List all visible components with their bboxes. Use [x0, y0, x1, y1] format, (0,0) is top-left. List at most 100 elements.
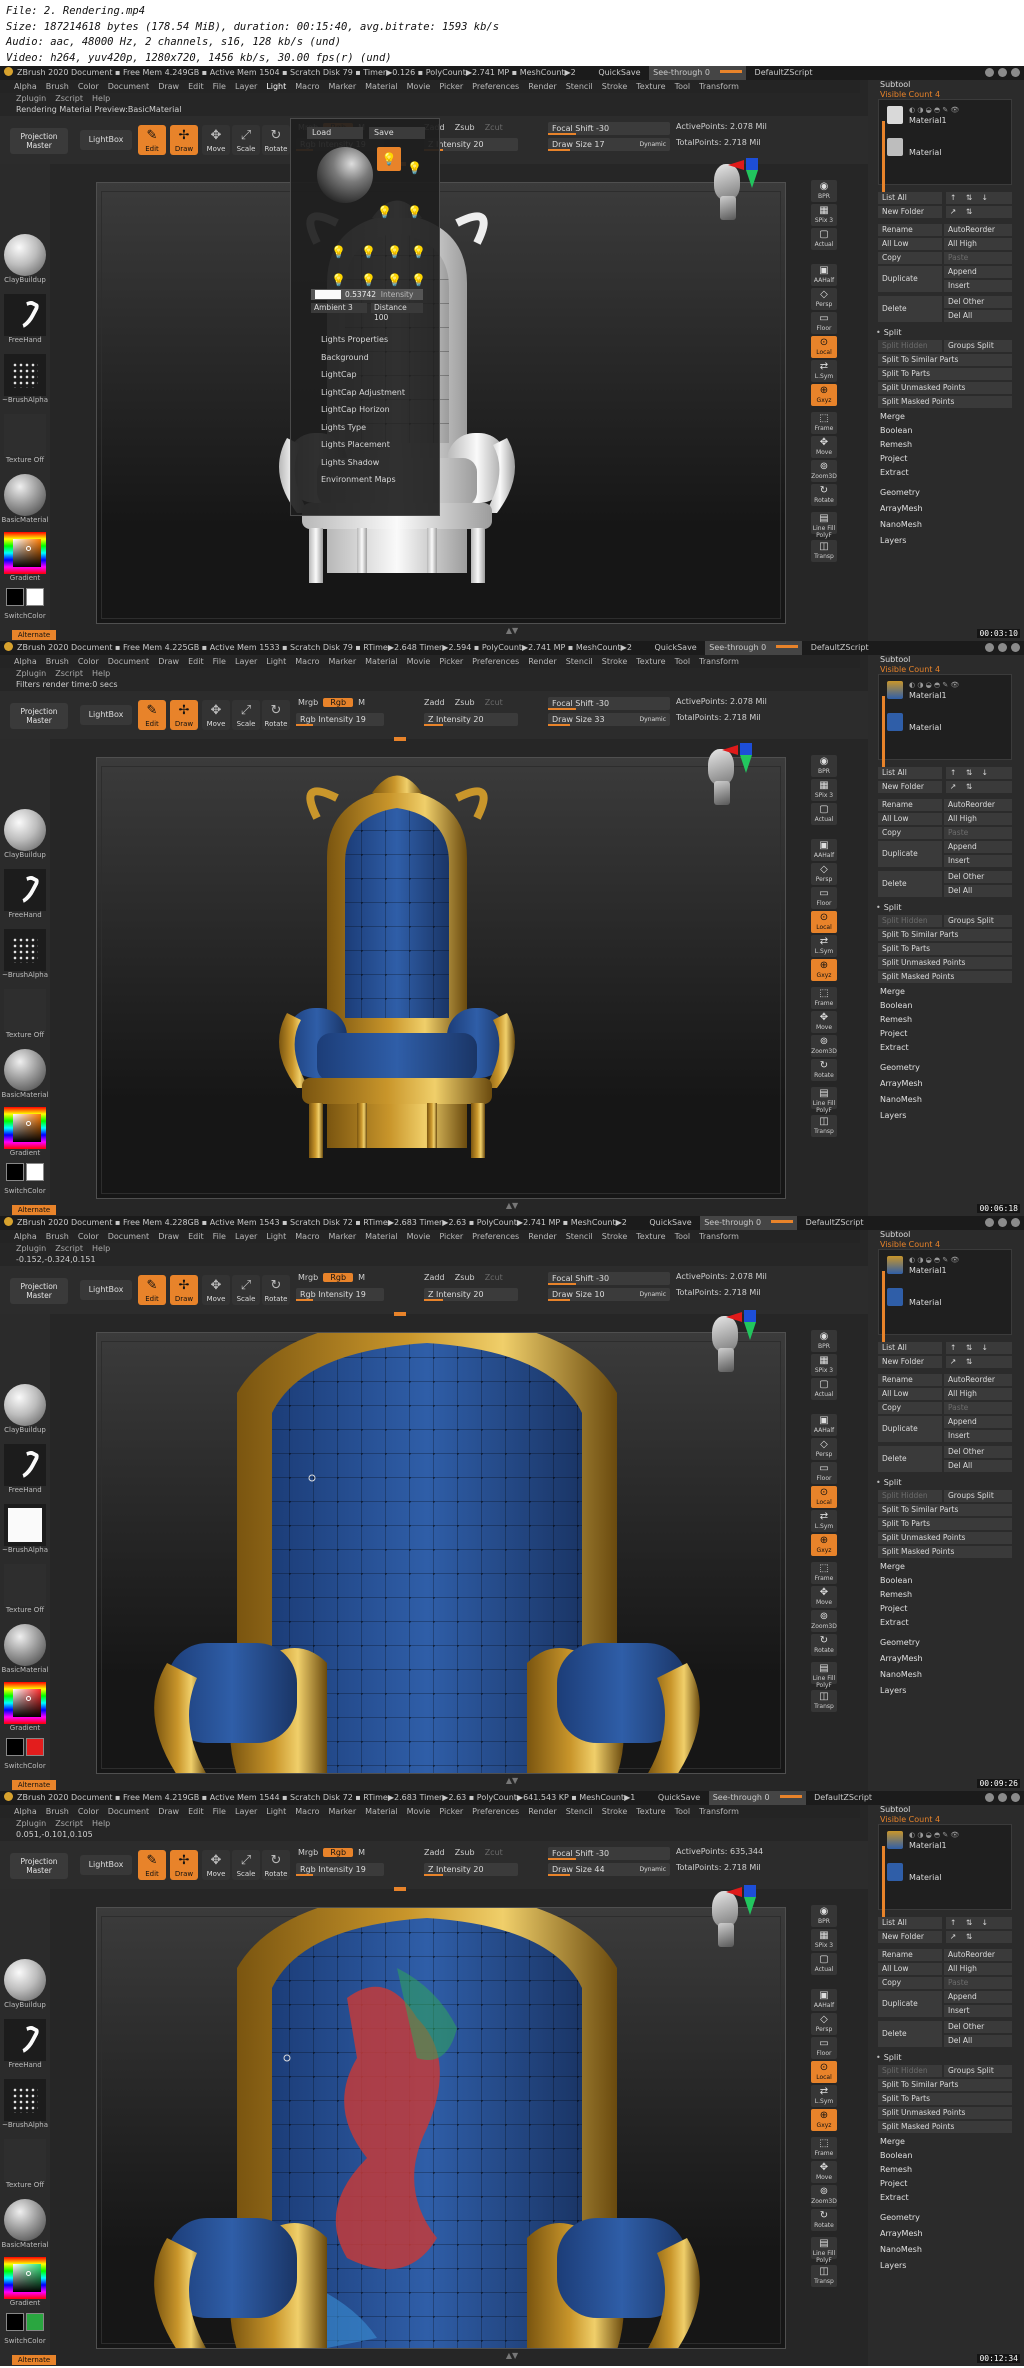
material-slot[interactable]: BasicMaterial	[0, 474, 50, 524]
m-button[interactable]: M	[358, 1848, 365, 1857]
all-high-button[interactable]: All High	[944, 1963, 1012, 1975]
arraymesh-section[interactable]: ArrayMesh	[880, 1079, 923, 1088]
subtool-visibility-icons[interactable]: ◐ ◑ ◒ ◓ ✎ 👁	[909, 1831, 959, 1839]
rtool-l-sym[interactable]: ⇄ L.Sym	[811, 1510, 837, 1532]
see-through-slider[interactable]: See-through 0	[705, 641, 803, 655]
menu-stroke[interactable]: Stroke	[602, 1807, 628, 1816]
arrow-buttons[interactable]: ↑ ⇅ ↓	[946, 767, 1012, 779]
lightbox-button[interactable]: LightBox	[80, 130, 132, 150]
nanomesh-section[interactable]: NanoMesh	[880, 2245, 922, 2254]
split-unmasked-button[interactable]: Split Unmasked Points	[878, 1532, 1012, 1544]
list-all-button[interactable]: List All	[878, 1917, 942, 1929]
copy-button[interactable]: Copy	[878, 252, 942, 264]
menu-picker[interactable]: Picker	[439, 82, 463, 91]
menu-macro[interactable]: Macro	[295, 82, 319, 91]
split-hidden-button[interactable]: Split Hidden	[878, 1490, 942, 1502]
insert-button[interactable]: Insert	[944, 2005, 1012, 2017]
menu-layer[interactable]: Layer	[235, 1807, 257, 1816]
rtool-zoom3d[interactable]: ⊚ Zoom3D	[811, 1610, 837, 1632]
light-menu-item[interactable]: Lights Placement	[321, 440, 390, 449]
menu-material[interactable]: Material	[365, 1807, 398, 1816]
quicksave-button[interactable]: QuickSave	[649, 1218, 691, 1227]
layers-section[interactable]: Layers	[880, 2261, 906, 2270]
menu-transform[interactable]: Transform	[699, 1807, 739, 1816]
texture-slot[interactable]: Texture Off	[0, 1564, 50, 1614]
split-parts-button[interactable]: Split To Parts	[878, 1518, 1012, 1530]
layers-section[interactable]: Layers	[880, 1111, 906, 1120]
paste-button[interactable]: Paste	[944, 827, 1012, 839]
menu-brush[interactable]: Brush	[46, 82, 69, 91]
menu-document[interactable]: Document	[108, 1807, 149, 1816]
color-picker[interactable]: Gradient	[0, 1682, 50, 1732]
close-icon[interactable]	[1011, 1793, 1020, 1802]
rtool-persp[interactable]: ◇ Persp	[811, 863, 837, 885]
remesh-section[interactable]: Remesh	[880, 2165, 912, 2174]
menu-file[interactable]: File	[213, 82, 226, 91]
color-picker[interactable]: Gradient	[0, 2257, 50, 2307]
rgb-button[interactable]: Rgb	[323, 1273, 354, 1282]
split-section[interactable]: Split	[876, 328, 902, 337]
light-menu-item[interactable]: Lights Properties	[321, 335, 388, 344]
boolean-section[interactable]: Boolean	[880, 1576, 912, 1585]
color-picker[interactable]: Gradient	[0, 532, 50, 582]
rtool-zoom3d[interactable]: ⊚ Zoom3D	[811, 460, 837, 482]
menu-tool[interactable]: Tool	[675, 1232, 691, 1241]
menu-edit[interactable]: Edit	[188, 1807, 204, 1816]
menu-draw[interactable]: Draw	[158, 1232, 179, 1241]
scale-button[interactable]: ⤢ Scale	[232, 1850, 260, 1880]
rtool-transp[interactable]: ◫ Transp	[811, 2265, 837, 2287]
rename-button[interactable]: Rename	[878, 224, 942, 236]
zsub-button[interactable]: Zsub	[455, 123, 475, 132]
rename-button[interactable]: Rename	[878, 799, 942, 811]
insert-button[interactable]: Insert	[944, 855, 1012, 867]
menu-render[interactable]: Render	[528, 657, 556, 666]
rtool-aahalf[interactable]: ▣ AAHalf	[811, 1989, 837, 2011]
delete-button[interactable]: Delete	[878, 2021, 942, 2047]
see-through-slider[interactable]: See-through 0	[700, 1216, 798, 1230]
all-low-button[interactable]: All Low	[878, 1963, 942, 1975]
menu-texture[interactable]: Texture	[636, 1232, 665, 1241]
lightbox-button[interactable]: LightBox	[80, 1855, 132, 1875]
menu-alpha[interactable]: Alpha	[14, 1807, 37, 1816]
subtool-title[interactable]: Subtool	[880, 80, 910, 89]
subtool-item[interactable]: Material	[887, 138, 1013, 158]
append-button[interactable]: Append	[944, 841, 1012, 853]
folder-arrow-buttons[interactable]: ↗ ⇅	[946, 1931, 1012, 1943]
rtool-frame[interactable]: ⬚ Frame	[811, 987, 837, 1009]
menu-draw[interactable]: Draw	[158, 1807, 179, 1816]
focal-shift-slider[interactable]: Focal Shift -30	[548, 1847, 670, 1860]
menu-stencil[interactable]: Stencil	[566, 1807, 593, 1816]
extract-section[interactable]: Extract	[880, 468, 909, 477]
move-button[interactable]: ✥ Move	[202, 125, 230, 155]
stroke-slot[interactable]: FreeHand	[0, 2019, 50, 2069]
stroke-slot[interactable]: FreeHand	[0, 1444, 50, 1494]
auto-reorder-button[interactable]: AutoReorder	[944, 1949, 1012, 1961]
rotate-button[interactable]: ↻ Rotate	[262, 1275, 290, 1305]
zadd-button[interactable]: Zadd	[424, 1273, 445, 1282]
all-low-button[interactable]: All Low	[878, 1388, 942, 1400]
light-menu-item[interactable]: LightCap	[321, 370, 357, 379]
split-section[interactable]: Split	[876, 903, 902, 912]
light-bulb-icon[interactable]: 💡	[331, 245, 346, 259]
all-low-button[interactable]: All Low	[878, 813, 942, 825]
nanomesh-section[interactable]: NanoMesh	[880, 520, 922, 529]
light-bulb-icon[interactable]: 💡	[407, 161, 422, 175]
rtool-line-fill-polyf[interactable]: ▤ Line Fill PolyF	[811, 512, 837, 539]
quicksave-button[interactable]: QuickSave	[658, 1793, 700, 1802]
close-icon[interactable]	[1011, 68, 1020, 77]
active-light-bulb-icon[interactable]: 💡	[377, 147, 401, 171]
menu-color[interactable]: Color	[78, 657, 99, 666]
boolean-section[interactable]: Boolean	[880, 2151, 912, 2160]
auto-reorder-button[interactable]: AutoReorder	[944, 224, 1012, 236]
canvas-viewport[interactable]	[96, 1907, 786, 2349]
geometry-section[interactable]: Geometry	[880, 1063, 920, 1072]
menu-marker[interactable]: Marker	[328, 82, 356, 91]
navigation-gizmo-icon[interactable]	[700, 741, 752, 811]
light-bulb-icon[interactable]: 💡	[361, 245, 376, 259]
throne-closeup-model[interactable]	[154, 1333, 700, 1774]
rtool-gxyz[interactable]: ⊕ Gxyz	[811, 1534, 837, 1556]
visible-count[interactable]: Visible Count 4	[880, 665, 940, 674]
z-intensity-slider[interactable]: Z Intensity 20	[424, 1288, 518, 1301]
menu-document[interactable]: Document	[108, 82, 149, 91]
paste-button[interactable]: Paste	[944, 1402, 1012, 1414]
